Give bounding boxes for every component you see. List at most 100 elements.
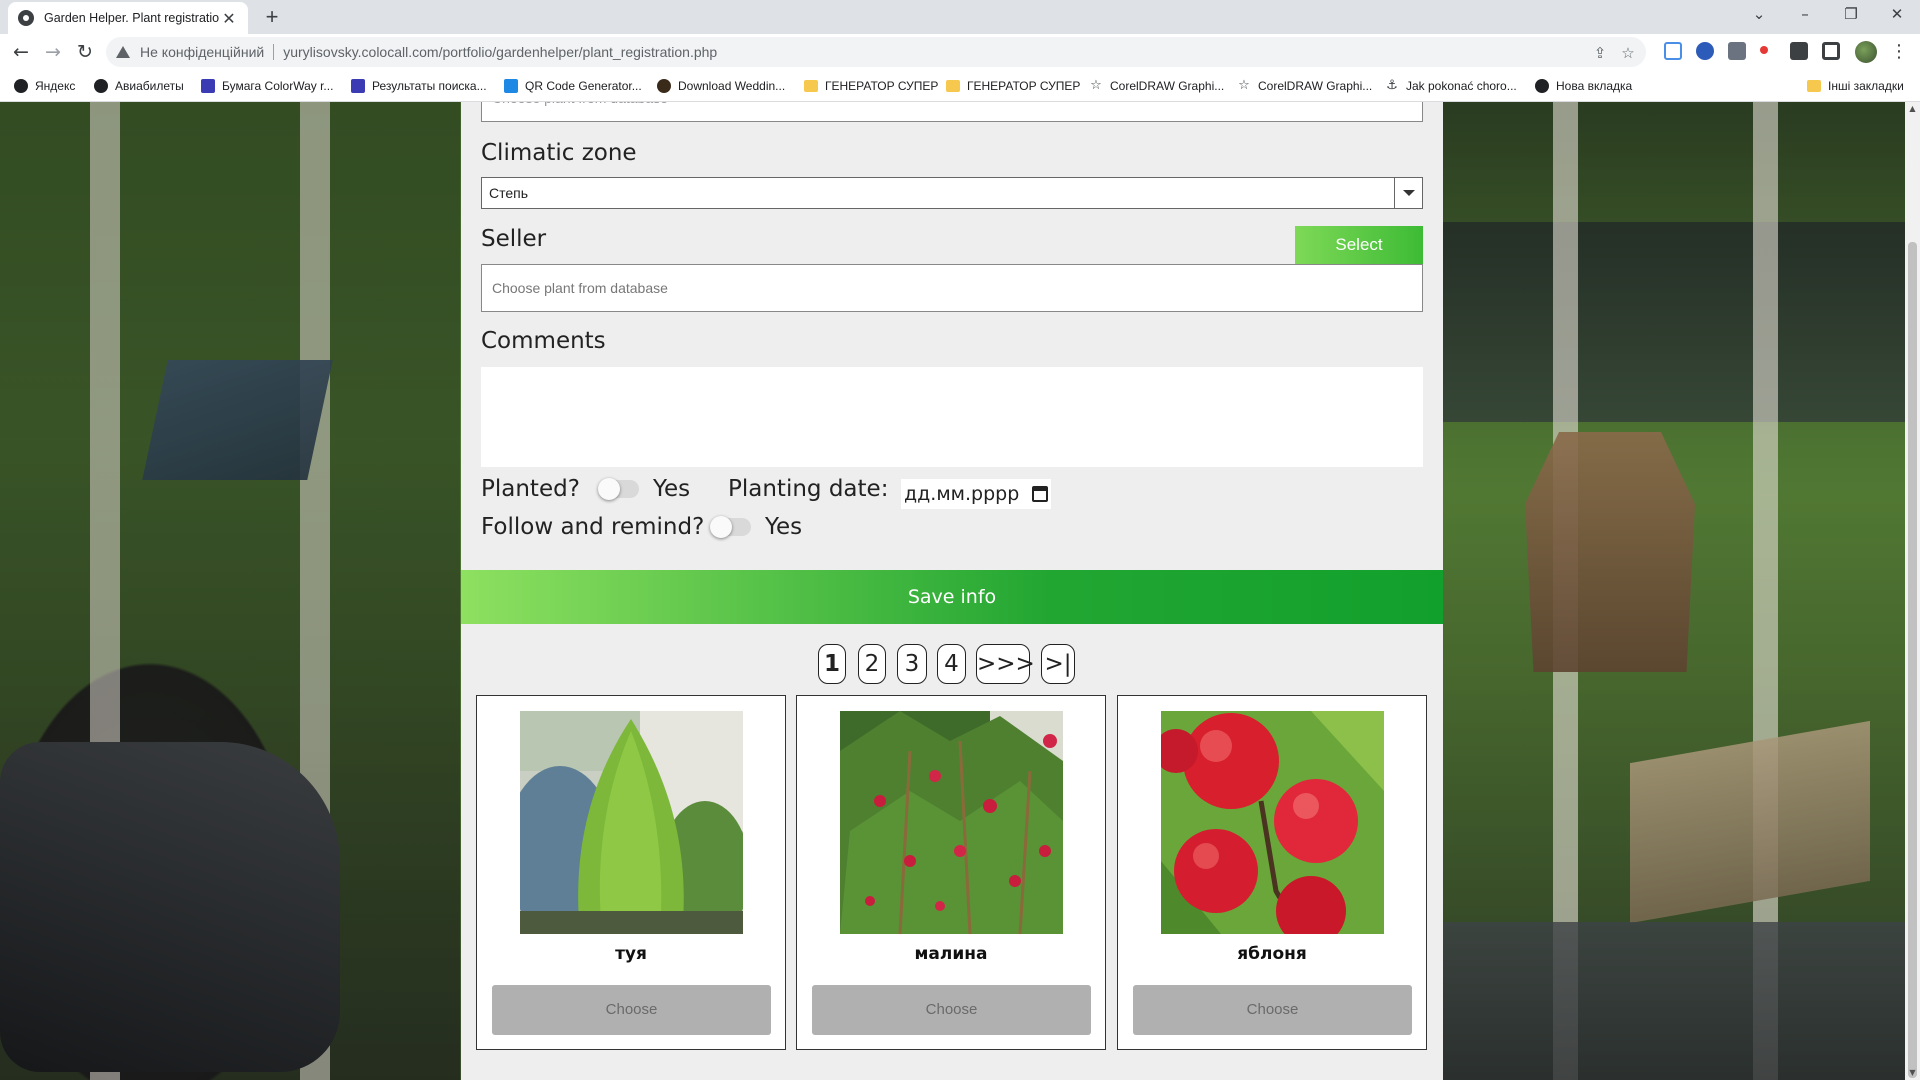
plant-card: туя Choose: [476, 695, 786, 1050]
last-page-button[interactable]: >|: [1041, 644, 1075, 684]
scroll-up-arrow-icon[interactable]: ▲: [1905, 102, 1920, 116]
close-window-button[interactable]: ✕: [1874, 0, 1920, 30]
bookmark-item[interactable]: ☆ CorelDRAW Graphi...: [1089, 76, 1224, 96]
extension-record-icon[interactable]: [1760, 46, 1768, 54]
bookmark-item[interactable]: ⚓ Jak pokonać choro...: [1385, 76, 1517, 96]
date-placeholder: дд.мм.рррр: [904, 483, 1020, 505]
address-bar[interactable]: Не конфіденційний yurylisovsky.colocall.…: [106, 37, 1646, 67]
climatic-zone-select[interactable]: Степь: [481, 177, 1423, 209]
toggle-knob: [598, 478, 620, 500]
bookmark-item[interactable]: ☆ CorelDRAW Graphi...: [1237, 76, 1372, 96]
bookmark-label: CorelDRAW Graphi...: [1110, 79, 1225, 93]
warning-icon: [116, 46, 130, 58]
url-text[interactable]: yurylisovsky.colocall.com/portfolio/gard…: [283, 44, 717, 60]
site-favicon-icon: [18, 10, 34, 26]
gazebo-roof-image: [142, 360, 333, 480]
choose-button[interactable]: Choose: [812, 985, 1091, 1035]
bookmark-item[interactable]: Результаты поиска...: [351, 76, 487, 96]
omnibox-divider: [273, 44, 275, 60]
extension-code-icon[interactable]: [1728, 42, 1746, 60]
bookmark-folder[interactable]: ГЕНЕРАТОР СУПЕР: [946, 76, 1080, 96]
next-pages-button[interactable]: >>>: [976, 644, 1035, 684]
profile-avatar[interactable]: [1855, 41, 1877, 63]
page-scrollbar[interactable]: ▲ ▼: [1905, 102, 1920, 1080]
share-icon[interactable]: ⇪: [1592, 45, 1608, 61]
extension-screen-icon[interactable]: [1664, 42, 1682, 60]
bookmark-folder[interactable]: ГЕНЕРАТОР СУПЕР: [804, 76, 938, 96]
restore-button[interactable]: ❐: [1828, 0, 1874, 30]
other-bookmarks-folder[interactable]: Інші закладки: [1807, 76, 1904, 96]
climatic-zone-label: Climatic zone: [481, 140, 637, 166]
seller-select-button[interactable]: Select: [1295, 226, 1423, 264]
bookmark-item[interactable]: Авиабилеты: [94, 76, 184, 96]
security-label[interactable]: Не конфіденційний: [140, 44, 264, 60]
extension-shield-icon[interactable]: [1696, 42, 1714, 60]
plant-name: малина: [914, 944, 988, 964]
plant-name: яблоня: [1237, 944, 1307, 964]
bookmark-label: QR Code Generator...: [525, 79, 642, 93]
bookmark-label: Download Weddin...: [678, 79, 786, 93]
folder-icon: [946, 80, 960, 92]
seller-input[interactable]: Choose plant from database: [481, 264, 1423, 312]
browser-toolbar: ← → ↻ Не конфіденційний yurylisovsky.col…: [0, 34, 1920, 70]
page-button-3[interactable]: 3: [897, 644, 927, 684]
page-button-2[interactable]: 2: [858, 644, 886, 684]
follow-toggle[interactable]: [710, 516, 751, 538]
registration-panel: Choose plant from database Climatic zone…: [461, 102, 1443, 1080]
folder-icon: [1807, 80, 1821, 92]
planted-toggle[interactable]: [598, 478, 639, 500]
bookmark-label: Інші закладки: [1828, 79, 1904, 93]
back-icon[interactable]: ←: [8, 39, 34, 65]
bookmark-label: CorelDRAW Graphi...: [1258, 79, 1373, 93]
planting-date-label: Planting date:: [728, 476, 889, 502]
forward-icon[interactable]: →: [40, 39, 66, 65]
browser-tab[interactable]: Garden Helper. Plant registration ✕: [8, 2, 248, 34]
bookmark-label: Нова вкладка: [1556, 79, 1633, 93]
minimize-button[interactable]: –: [1782, 0, 1828, 30]
barrel-image: [0, 742, 340, 1072]
close-tab-icon[interactable]: ✕: [220, 9, 238, 28]
menu-dots-icon[interactable]: ⋮: [1886, 39, 1912, 65]
bookmark-item[interactable]: Яндекс: [14, 76, 75, 96]
plant-field-input[interactable]: Choose plant from database: [481, 102, 1423, 122]
extensions-puzzle-icon[interactable]: [1790, 42, 1808, 60]
tab-search-icon[interactable]: ⌄: [1736, 0, 1782, 30]
toggle-knob: [710, 516, 732, 538]
scroll-thumb[interactable]: [1908, 242, 1917, 1078]
calendar-icon[interactable]: [1032, 486, 1048, 502]
bookmark-item[interactable]: Нова вкладка: [1535, 76, 1632, 96]
new-tab-button[interactable]: +: [258, 4, 286, 32]
tab-strip: Garden Helper. Plant registration ✕ + ⌄ …: [0, 0, 1920, 34]
plant-name: туя: [615, 944, 647, 964]
page-button-1[interactable]: 1: [818, 644, 846, 684]
choose-button[interactable]: Choose: [1133, 985, 1412, 1035]
bookmark-item[interactable]: Бумага ColorWay r...: [201, 76, 333, 96]
follow-yes-label: Yes: [765, 514, 803, 540]
paving-image: [1443, 922, 1905, 1080]
bookmark-item[interactable]: QR Code Generator...: [504, 76, 642, 96]
globe-icon: [1535, 79, 1549, 93]
side-panel-icon[interactable]: [1822, 42, 1840, 60]
follow-label: Follow and remind?: [481, 514, 705, 540]
yandex-icon: [14, 79, 28, 93]
bookmark-label: ГЕНЕРАТОР СУПЕР: [967, 79, 1081, 93]
chevron-down-icon[interactable]: [1394, 178, 1422, 208]
planting-date-input[interactable]: дд.мм.рррр: [901, 479, 1051, 509]
reload-icon[interactable]: ↻: [72, 39, 98, 65]
scroll-down-arrow-icon[interactable]: ▼: [1905, 1066, 1920, 1080]
thuja-image: [520, 711, 743, 934]
globe-icon: [657, 79, 671, 93]
choose-button[interactable]: Choose: [492, 985, 771, 1035]
colorway-icon: [351, 79, 365, 93]
bookmark-label: Jak pokonać choro...: [1406, 79, 1517, 93]
raspberry-image: [840, 711, 1063, 934]
bookmark-item[interactable]: Download Weddin...: [657, 76, 785, 96]
folder-icon: [804, 80, 818, 92]
bookmark-star-icon[interactable]: ☆: [1620, 45, 1636, 61]
anchor-icon: ⚓: [1386, 78, 1398, 93]
page-button-4[interactable]: 4: [937, 644, 966, 684]
comments-textarea[interactable]: [481, 367, 1423, 467]
save-info-button[interactable]: Save info: [461, 570, 1443, 624]
comments-label: Comments: [481, 328, 606, 354]
bookmark-label: Результаты поиска...: [372, 79, 487, 93]
